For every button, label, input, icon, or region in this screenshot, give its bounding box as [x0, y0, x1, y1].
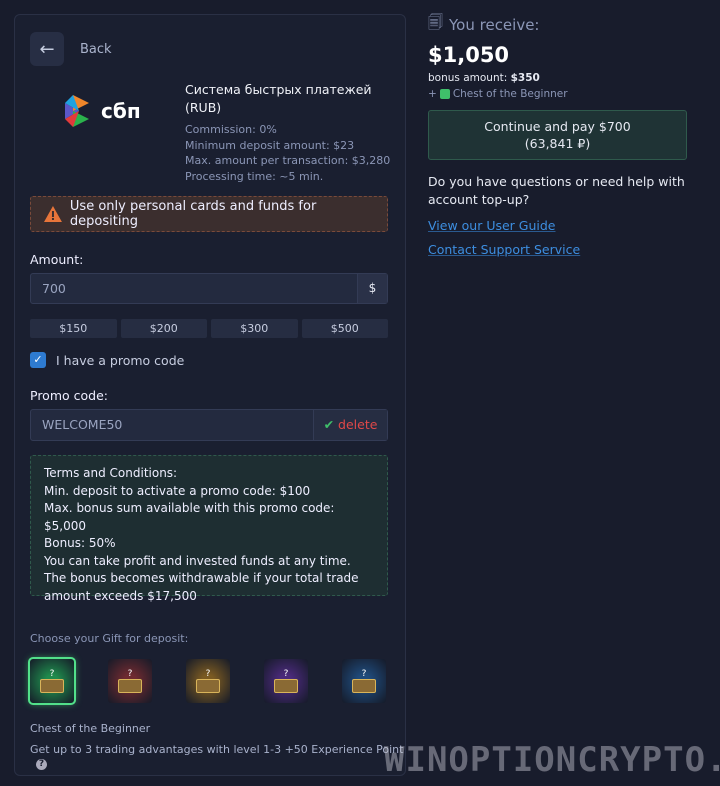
- user-guide-link[interactable]: View our User Guide: [428, 218, 688, 233]
- question-mark-icon: ?: [49, 669, 55, 679]
- question-mark-icon: ?: [283, 669, 289, 679]
- commission: Commission: 0%: [185, 123, 277, 136]
- summary-panel: 🗐 You receive: $1,050 bonus amount: $350 …: [428, 12, 688, 257]
- promo-input[interactable]: WELCOME50 ✔ delete: [30, 409, 388, 441]
- chest-description: Get up to 3 trading advantages with leve…: [30, 743, 405, 770]
- chest-list: ?????: [28, 657, 386, 705]
- sbp-logo: сбп: [63, 93, 141, 129]
- terms-line: Max. bonus sum available with this promo…: [44, 501, 335, 533]
- chest-icon: [118, 679, 142, 693]
- back-button[interactable]: ← Back: [30, 32, 112, 66]
- chest-reward-label: Chest of the Beginner: [452, 88, 568, 100]
- sbp-logo-icon: [65, 95, 89, 127]
- pay-line: Continue and pay $700: [484, 119, 631, 134]
- promo-label: Promo code:: [30, 388, 108, 403]
- terms-line: Bonus: 50%: [44, 536, 116, 550]
- quick-amount-300[interactable]: $300: [211, 319, 298, 338]
- max-amount: Max. amount per transaction: $3,280: [185, 154, 391, 167]
- receive-label: You receive:: [449, 15, 540, 34]
- quick-amount-200[interactable]: $200: [120, 319, 207, 338]
- processing-time: Processing time: ~5 min.: [185, 169, 324, 183]
- promo-value[interactable]: WELCOME50: [31, 410, 313, 440]
- sbp-logo-text: сбп: [101, 99, 141, 123]
- watermark: WINOPTIONCRYPTO.COM: [384, 740, 720, 780]
- amount-value[interactable]: 700: [31, 274, 357, 303]
- chest-icon: [196, 679, 220, 693]
- chest-icon: [352, 679, 376, 693]
- total-amount: $1,050: [428, 43, 510, 67]
- bonus-value: $350: [510, 72, 540, 84]
- checkmark-icon[interactable]: ✓: [30, 352, 46, 368]
- chest-name: Chest of the Beginner: [30, 722, 151, 735]
- chest-option[interactable]: ?: [264, 659, 308, 703]
- gift-title: Choose your Gift for deposit:: [30, 632, 189, 645]
- bonus-label: bonus amount:: [428, 72, 508, 84]
- help-question: Do you have questions or need help with …: [428, 174, 685, 207]
- help-icon[interactable]: ?: [36, 759, 47, 770]
- terms-line: You can take profit and invested funds a…: [44, 553, 351, 568]
- arrow-left-icon[interactable]: ←: [30, 32, 64, 66]
- min-deposit: Minimum deposit amount: $23: [185, 138, 355, 152]
- chest-icon: [439, 89, 450, 99]
- warning-text: Use only personal cards and funds for de…: [69, 199, 317, 229]
- chest-icon: [274, 679, 298, 693]
- amount-label: Amount:: [30, 252, 84, 267]
- support-link[interactable]: Contact Support Service: [428, 242, 688, 257]
- terms-line: Min. deposit to activate a promo code: $…: [44, 483, 311, 498]
- chest-description-text: Get up to 3 trading advantages with leve…: [30, 743, 404, 756]
- quick-amount-500[interactable]: $500: [301, 319, 388, 338]
- method-info: Система быстрых платежей (RUB) Commissio…: [185, 81, 400, 184]
- question-mark-icon: ?: [361, 669, 367, 679]
- bonus-amount: bonus amount: $350: [428, 72, 688, 84]
- terms-box: Terms and Conditions: Min. deposit to ac…: [30, 455, 388, 603]
- back-label: Back: [80, 41, 112, 57]
- promo-checkbox[interactable]: ✓ I have a promo code: [30, 352, 184, 368]
- delete-promo-button[interactable]: ✔ delete: [313, 410, 387, 440]
- receipt-icon: 🗐: [428, 13, 443, 31]
- question-mark-icon: ?: [205, 669, 211, 679]
- warning-banner: Use only personal cards and funds for de…: [30, 196, 388, 232]
- method-title: Система быстрых платежей (RUB): [185, 82, 372, 115]
- amount-input[interactable]: 700 $: [30, 273, 388, 304]
- check-icon: ✔: [323, 417, 335, 432]
- chest-option[interactable]: ?: [28, 657, 76, 705]
- warning-icon: [44, 206, 62, 222]
- chest-option[interactable]: ?: [342, 659, 386, 703]
- delete-label: delete: [338, 417, 378, 432]
- terms-title: Terms and Conditions:: [44, 466, 178, 480]
- chest-reward: + Chest of the Beginner: [428, 88, 568, 100]
- continue-pay-button[interactable]: Continue and pay $700 (63,841 ₽): [428, 110, 687, 160]
- currency-label: $: [357, 274, 387, 303]
- quick-amounts: $150 $200 $300 $500: [30, 319, 388, 338]
- chest-option[interactable]: ?: [108, 659, 152, 703]
- quick-amount-150[interactable]: $150: [30, 319, 117, 338]
- deposit-panel: ← Back сбп Система быстрых платежей (RUB…: [14, 14, 406, 776]
- chest-icon: [40, 679, 64, 693]
- chest-option[interactable]: ?: [186, 659, 230, 703]
- promo-checkbox-label: I have a promo code: [56, 352, 185, 368]
- pay-rub: (63,841 ₽): [524, 136, 591, 151]
- question-mark-icon: ?: [127, 669, 133, 679]
- terms-line: The bonus becomes withdrawable if your t…: [44, 571, 359, 603]
